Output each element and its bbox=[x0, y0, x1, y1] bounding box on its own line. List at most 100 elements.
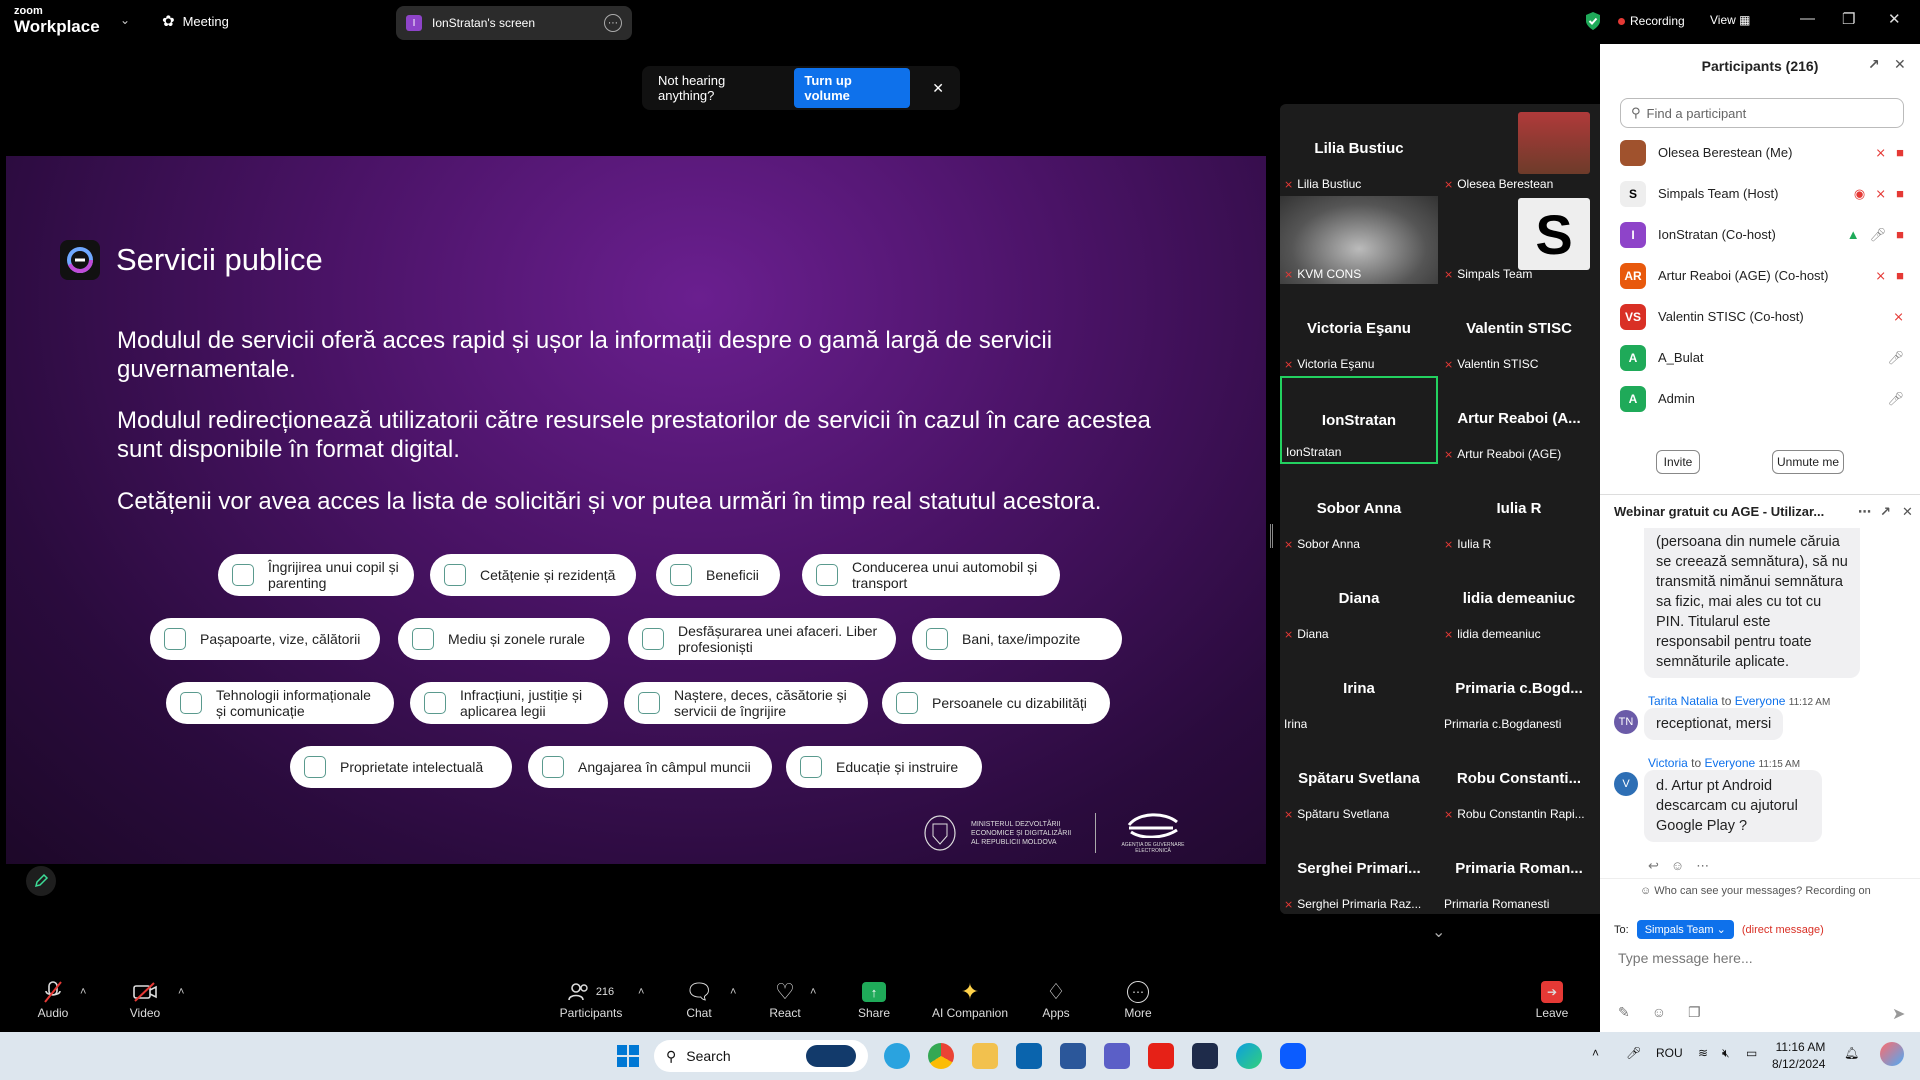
meeting-button[interactable]: ✿ Meeting bbox=[162, 12, 229, 30]
system-clock[interactable]: 11:16 AM 8/12/2024 bbox=[1772, 1039, 1825, 1073]
maximize-icon[interactable]: ❐ bbox=[1842, 10, 1855, 28]
unmute-me-button[interactable]: Unmute me bbox=[1772, 450, 1844, 474]
mic-muted-icon[interactable]: ⨯ bbox=[1875, 145, 1886, 161]
video-tile[interactable]: Diana ⨯ Diana bbox=[1280, 556, 1438, 644]
apps-button[interactable]: ♢ Apps bbox=[1021, 978, 1091, 1020]
shield-icon[interactable] bbox=[1584, 11, 1602, 31]
participant-row[interactable]: I IonStratan (Co-host) ▲ 🎤︎ ■ bbox=[1620, 214, 1904, 255]
wifi-icon[interactable]: ≋ bbox=[1698, 1046, 1708, 1060]
format-icon[interactable]: ✎ bbox=[1618, 1004, 1630, 1021]
screen-share-tab[interactable]: I IonStratan's screen ⋯ bbox=[396, 6, 632, 40]
ai-companion-button[interactable]: ✦ AI Companion bbox=[926, 978, 1014, 1020]
video-tile[interactable]: Valentin STISC ⨯ Valentin STISC bbox=[1440, 286, 1598, 374]
emoji-icon[interactable]: ☺ bbox=[1671, 858, 1684, 874]
mic-tray-icon[interactable]: 🎤︎ bbox=[1626, 1046, 1641, 1060]
pop-out-icon[interactable]: ↗ bbox=[1868, 56, 1880, 73]
app-icon[interactable] bbox=[1192, 1043, 1218, 1069]
zoom-app-icon[interactable] bbox=[1280, 1043, 1306, 1069]
chat-input[interactable]: Type message here... bbox=[1618, 950, 1753, 966]
recording-indicator[interactable]: Recording bbox=[1618, 14, 1685, 28]
recipient-dropdown[interactable]: Simpals Team ⌄ bbox=[1636, 920, 1734, 939]
video-tile[interactable]: Serghei Primari... ⨯ Serghei Primaria Raz.… bbox=[1280, 826, 1438, 914]
turn-up-volume-button[interactable]: Turn up volume bbox=[794, 68, 911, 108]
react-button[interactable]: ♡ React bbox=[750, 978, 820, 1020]
video-tile[interactable]: ⨯ KVM CONS bbox=[1280, 196, 1438, 284]
participants-chevron-icon[interactable]: ˄ bbox=[638, 986, 644, 998]
video-off-icon[interactable]: ■ bbox=[1896, 186, 1904, 202]
speaker-muted-icon[interactable]: 🔇︎ bbox=[1722, 1046, 1730, 1061]
chat-more-icon[interactable]: ⋯ bbox=[1858, 504, 1871, 520]
video-off-icon[interactable]: ■ bbox=[1896, 145, 1904, 161]
participant-row[interactable]: VS Valentin STISC (Co-host) ⨯ bbox=[1620, 296, 1904, 337]
react-chevron-icon[interactable]: ˄ bbox=[810, 986, 816, 998]
file-icon[interactable]: ❐ bbox=[1688, 1004, 1701, 1021]
participant-row[interactable]: A A_Bulat 🎤︎ bbox=[1620, 337, 1904, 378]
visibility-note[interactable]: ☺ Who can see your messages? Recording o… bbox=[1600, 878, 1920, 897]
more-icon[interactable]: ⋯ bbox=[1696, 858, 1709, 874]
windows-start-icon[interactable] bbox=[616, 1044, 640, 1068]
mic-muted-icon[interactable]: ⨯ bbox=[1875, 268, 1886, 284]
video-button[interactable]: Video bbox=[110, 978, 180, 1020]
file-explorer-icon[interactable] bbox=[972, 1043, 998, 1069]
participant-row[interactable]: AR Artur Reaboi (AGE) (Co-host) ⨯ ■ bbox=[1620, 255, 1904, 296]
video-tile[interactable]: Iulia R ⨯ Iulia R bbox=[1440, 466, 1598, 554]
video-tile[interactable]: Robu Constanti... ⨯ Robu Constantin Rapi..… bbox=[1440, 736, 1598, 824]
share-button[interactable]: ↑ Share bbox=[839, 978, 909, 1020]
video-off-icon[interactable]: ■ bbox=[1896, 227, 1904, 243]
audio-button[interactable]: Audio bbox=[18, 978, 88, 1020]
mic-icon[interactable]: 🎤︎ bbox=[1887, 391, 1904, 407]
minimize-icon[interactable]: — bbox=[1800, 10, 1815, 27]
video-tile-active-speaker[interactable]: IonStratan IonStratan bbox=[1280, 376, 1438, 464]
youtube-icon[interactable] bbox=[1148, 1043, 1174, 1069]
more-options-icon[interactable]: ⋯ bbox=[604, 14, 622, 32]
participant-row[interactable]: S Simpals Team (Host) ◉ ⨯ ■ bbox=[1620, 173, 1904, 214]
close-icon[interactable]: ✕ bbox=[1888, 10, 1901, 28]
video-tile[interactable]: Sobor Anna ⨯ Sobor Anna bbox=[1280, 466, 1438, 554]
video-tile[interactable]: Primaria c.Bogd... Primaria c.Bogdanesti bbox=[1440, 646, 1598, 734]
participant-row[interactable]: Olesea Berestean (Me) ⨯ ■ bbox=[1620, 132, 1904, 173]
outlook-icon[interactable] bbox=[1016, 1043, 1042, 1069]
notification-bell-icon[interactable]: 🔔︎ bbox=[1844, 1046, 1859, 1060]
chat-button[interactable]: 🗨︎ Chat bbox=[664, 978, 734, 1020]
video-tile[interactable]: Lilia Bustiuc ⨯ Lilia Bustiuc bbox=[1280, 106, 1438, 194]
language-indicator[interactable]: ROU bbox=[1656, 1046, 1683, 1060]
sender-name[interactable]: Victoria bbox=[1648, 756, 1688, 770]
video-tile[interactable]: ⨯ Olesea Berestean bbox=[1440, 106, 1598, 194]
edge-icon[interactable] bbox=[1236, 1043, 1262, 1069]
mic-muted-icon[interactable]: ⨯ bbox=[1875, 186, 1886, 202]
resize-handle[interactable] bbox=[1270, 524, 1273, 548]
copilot-icon[interactable] bbox=[1880, 1042, 1904, 1066]
chat-chevron-icon[interactable]: ˄ bbox=[730, 986, 736, 998]
reply-icon[interactable]: ↩ bbox=[1648, 858, 1659, 874]
close-panel-icon[interactable]: ✕ bbox=[1894, 56, 1906, 73]
mic-muted-icon[interactable]: ⨯ bbox=[1893, 309, 1904, 325]
video-off-icon[interactable]: ■ bbox=[1896, 268, 1904, 284]
battery-icon[interactable]: ▭ bbox=[1746, 1046, 1757, 1060]
gallery-next-chevron-icon[interactable]: ⌄ bbox=[1432, 922, 1445, 942]
close-banner-icon[interactable]: ✕ bbox=[932, 80, 944, 97]
mic-icon[interactable]: 🎤︎ bbox=[1870, 227, 1887, 243]
chevron-down-icon[interactable]: ⌄ bbox=[120, 13, 130, 27]
pop-out-icon[interactable]: ↗ bbox=[1880, 504, 1891, 520]
taskbar-search[interactable]: ⚲ Search bbox=[654, 1040, 868, 1072]
invite-button[interactable]: Invite bbox=[1656, 450, 1700, 474]
participant-row[interactable]: A Admin 🎤︎ bbox=[1620, 378, 1904, 419]
sender-name[interactable]: Tarita Natalia bbox=[1648, 694, 1718, 708]
participants-button[interactable]: 216 Participants bbox=[554, 978, 628, 1020]
participant-search-input[interactable]: ⚲ Find a participant bbox=[1620, 98, 1904, 128]
mic-icon[interactable]: 🎤︎ bbox=[1887, 350, 1904, 366]
video-tile[interactable]: S ⨯ Simpals Team bbox=[1440, 196, 1598, 284]
leave-button[interactable]: ➔ Leave bbox=[1517, 978, 1587, 1020]
view-button[interactable]: View ▦ bbox=[1710, 13, 1750, 27]
emoji-icon[interactable]: ☺ bbox=[1652, 1004, 1666, 1021]
tray-expand-icon[interactable]: ˄ bbox=[1592, 1046, 1599, 1060]
more-button[interactable]: ⋯ More bbox=[1103, 978, 1173, 1020]
video-tile[interactable]: lidia demeaniuc ⨯ lidia demeaniuc bbox=[1440, 556, 1598, 644]
video-tile[interactable]: Primaria Roman... Primaria Romanesti bbox=[1440, 826, 1598, 914]
teams-icon[interactable] bbox=[1104, 1043, 1130, 1069]
video-options-chevron-icon[interactable]: ˄ bbox=[178, 986, 184, 998]
video-tile[interactable]: Irina Irina bbox=[1280, 646, 1438, 734]
close-chat-icon[interactable]: ✕ bbox=[1902, 504, 1913, 520]
video-tile[interactable]: Spătaru Svetlana ⨯ Spătaru Svetlana bbox=[1280, 736, 1438, 824]
video-tile[interactable]: Victoria Eşanu ⨯ Victoria Eşanu bbox=[1280, 286, 1438, 374]
